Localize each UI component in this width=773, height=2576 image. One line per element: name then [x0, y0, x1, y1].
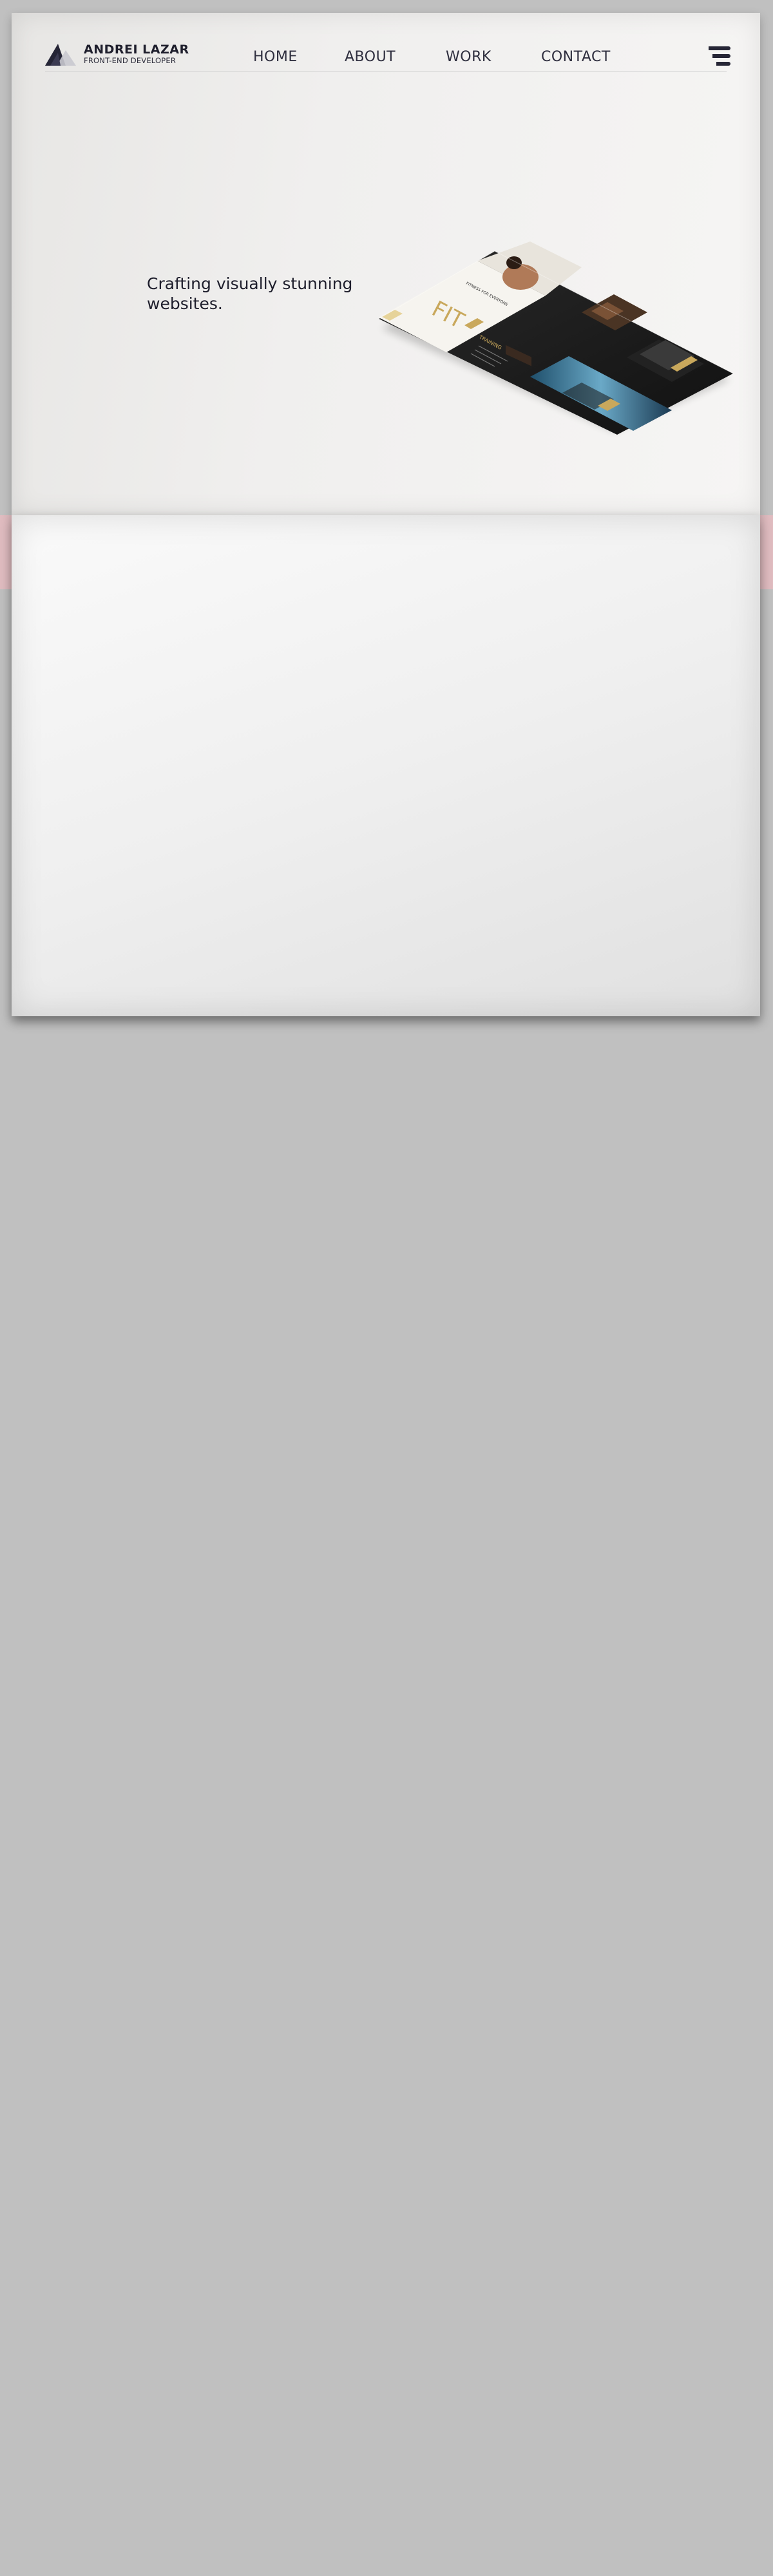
website-mockup-image: FIT FITNESS FOR EVERYONE TRAINING — [369, 242, 740, 438]
content-section — [12, 515, 760, 1016]
nav-work[interactable]: WORK — [446, 49, 491, 65]
hero-section: ANDREI LAZAR FRONT-END DEVELOPER HOME AB… — [12, 13, 760, 515]
main-nav: HOME ABOUT WORK CONTACT — [12, 49, 760, 68]
hero-tagline: Crafting visually stunning websites. — [147, 274, 353, 313]
nav-about[interactable]: ABOUT — [345, 49, 396, 65]
nav-contact[interactable]: CONTACT — [541, 49, 611, 65]
nav-home[interactable]: HOME — [253, 49, 298, 65]
hamburger-menu-icon[interactable] — [707, 45, 730, 67]
